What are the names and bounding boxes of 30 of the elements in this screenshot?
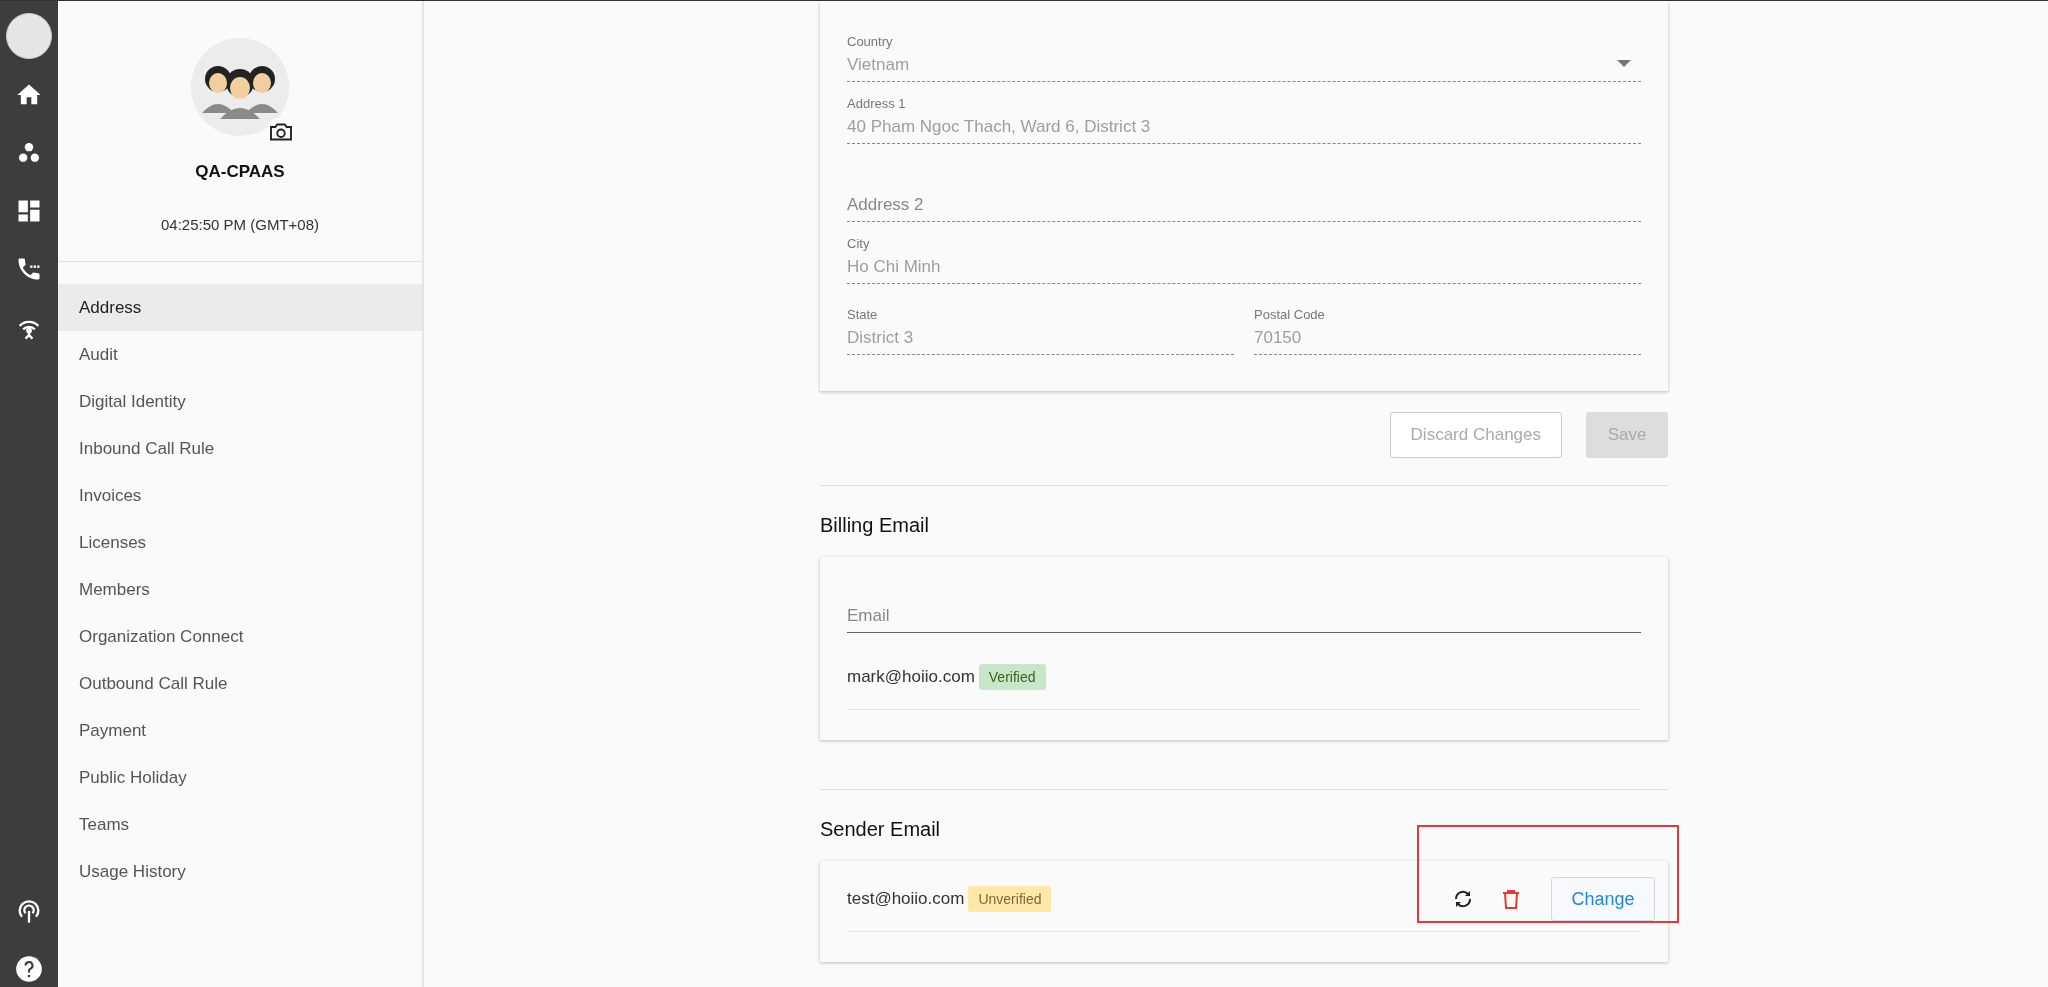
sidebar-item[interactable]: Licenses [58,519,422,566]
section-title: Sender Email [820,818,942,841]
sidebar-item[interactable]: Organization Connect [58,613,422,660]
sidebar-item[interactable]: Audit [58,331,422,378]
email-address: test@hoiio.com [847,889,965,909]
text-field[interactable]: Address 1 40 Pham Ngoc Thach, Ward 6, District 3 [847,98,1641,144]
user-avatar[interactable] [6,13,52,59]
organization-name: QA-CPAAS [195,162,285,182]
sidebar-item[interactable]: Public Holiday [58,754,422,801]
local-time: 04:25:50 PM (GMT+08) [161,216,319,233]
sidebar-item[interactable]: Teams [58,801,422,848]
status-badge: Verified [978,664,1046,690]
sidebar-item[interactable]: Outbound Call Rule [58,660,422,707]
caret-icon [1617,60,1631,67]
sidebar-item[interactable]: Usage History [58,848,422,895]
sidebar-item[interactable]: Payment [58,707,422,754]
text-field[interactable]: Postal Code 70150 [1254,300,1641,355]
sidebar-item[interactable]: Digital Identity [58,378,422,425]
text-field[interactable]: Address 2 [847,160,1641,222]
sidebar-item[interactable]: Invoices [58,472,422,519]
country-dropdown[interactable]: Country Vietnam [847,28,1641,82]
status-badge: Unverified [968,886,1052,912]
email-address: mark@hoiio.com [847,667,975,687]
text-field[interactable]: State District 3 [847,300,1234,355]
sidebar-item[interactable]: Inbound Call Rule [58,425,422,472]
help-icon[interactable] [15,955,43,983]
section-title: Billing Email [820,514,930,537]
sidebar-item[interactable]: Members [58,566,422,613]
sidebar-item[interactable]: Address [58,284,422,331]
text-field[interactable]: City Ho Chi Minh [847,238,1641,284]
